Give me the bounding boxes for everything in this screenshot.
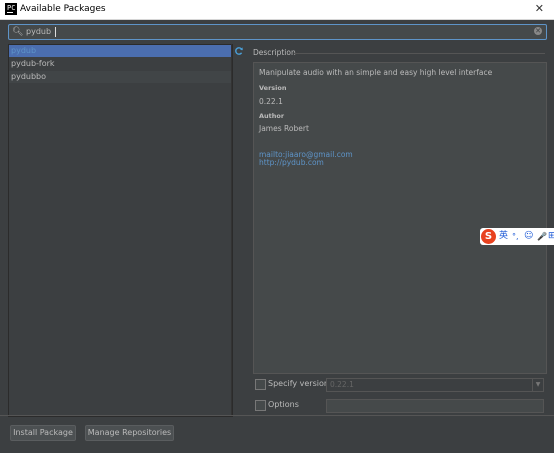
search-input[interactable]: 🔍︎ pydub ✕ [8,24,547,40]
ime-toolbar[interactable]: S 英 °, ☺ 🎤 ⊞ [480,228,554,245]
list-item-pydub[interactable]: pydub [9,45,232,57]
list-side-toolbar [231,44,247,415]
refresh-icon[interactable] [234,46,244,56]
author-label: Author [259,112,285,120]
list-item-pydub-fork[interactable]: pydub-fork [9,58,232,70]
pycharm-app-icon: PC [5,3,17,15]
options-label[interactable]: Options [268,399,299,411]
close-icon[interactable]: ✕ [535,2,544,16]
search-value: pydub [26,27,52,36]
version-select[interactable]: 0.22.1 ▼ [326,378,544,392]
author-value: James Robert [259,124,309,133]
ime-emoji-icon[interactable]: ☺ [524,231,533,242]
version-select-value: 0.22.1 [330,380,354,389]
version-label: Version [259,84,287,92]
options-input[interactable] [326,399,544,413]
description-panel: Manipulate audio with an simple and easy… [253,62,547,374]
ime-punctuation-icon[interactable]: °, [512,231,519,242]
ime-language-toggle[interactable]: 英 [499,231,508,242]
manage-repositories-button[interactable]: Manage Repositories [85,425,174,441]
search-icon: 🔍︎ [12,27,24,37]
ime-mic-icon[interactable]: 🎤 [537,231,547,242]
clear-search-icon[interactable]: ✕ [534,27,542,35]
text-caret [55,27,56,37]
description-heading: Description [253,48,296,57]
homepage-link[interactable]: http://pydub.com [259,158,324,168]
specify-version-checkbox[interactable] [255,379,266,390]
sogou-logo-icon[interactable]: S [481,229,496,244]
description-divider [294,53,545,54]
package-summary: Manipulate audio with an simple and easy… [259,68,493,77]
package-list[interactable]: pydub pydub-fork pydubbo [8,44,233,417]
specify-version-label[interactable]: Specify version [268,378,329,390]
version-value: 0.22.1 [259,97,283,106]
list-item-pydubbo[interactable]: pydubbo [9,71,232,83]
ime-more-icon[interactable]: ⊞ [548,231,554,242]
window-title: Available Packages [20,4,106,14]
window-titlebar: PC Available Packages ✕ [0,0,554,20]
options-checkbox[interactable] [255,400,266,411]
bottom-bar [0,415,554,453]
chevron-down-icon[interactable]: ▼ [532,379,543,391]
install-package-button[interactable]: Install Package [10,425,76,441]
